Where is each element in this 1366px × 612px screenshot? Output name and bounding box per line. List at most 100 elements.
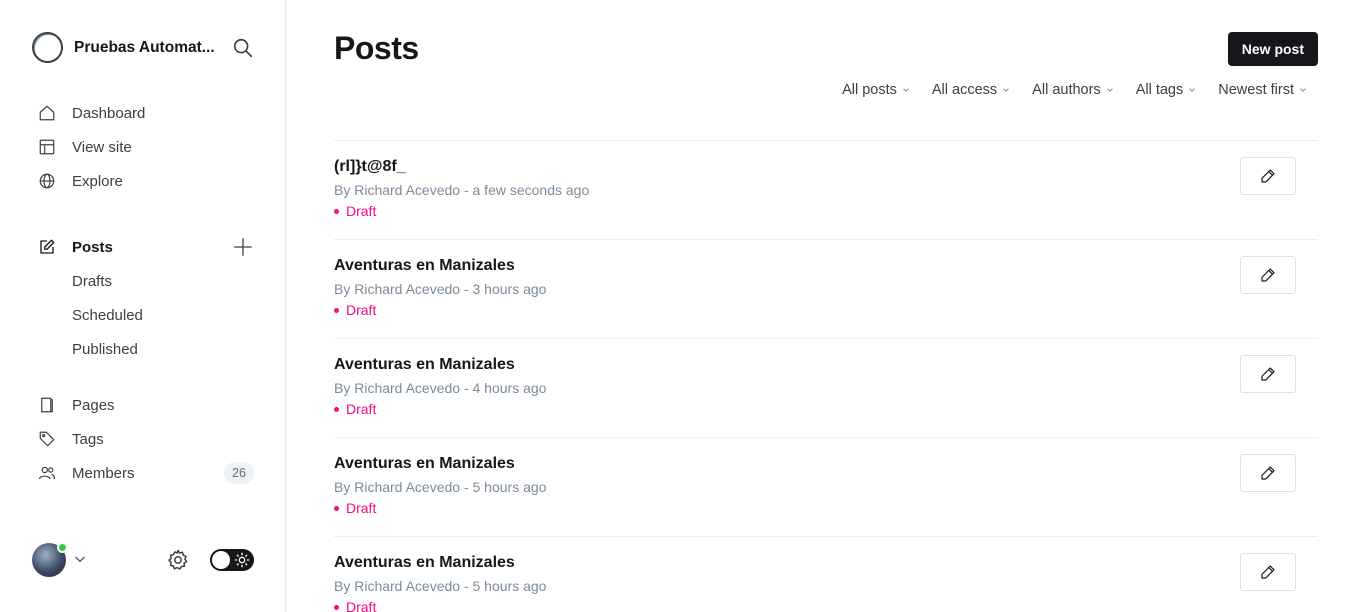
post-row[interactable]: Aventuras en Manizales By Richard Aceved…	[334, 437, 1318, 536]
edit-post-button[interactable]	[1240, 454, 1296, 492]
post-status: Draft	[334, 401, 376, 417]
post-status-label: Draft	[346, 500, 377, 516]
pencil-icon	[1261, 268, 1275, 282]
post-row[interactable]: Aventuras en Manizales By Richard Aceved…	[334, 536, 1318, 612]
post-status-label: Draft	[346, 302, 377, 318]
chevron-down-icon	[903, 88, 909, 92]
nav-drafts-label: Drafts	[72, 272, 113, 290]
filter-bar: All posts All access All authors All tag…	[820, 82, 1307, 98]
post-row[interactable]: (rl]}t@8f_ By Richard Acevedo - a few se…	[334, 140, 1318, 239]
secondary-nav: Pages Tags Members 26	[32, 388, 254, 490]
post-status-label: Draft	[346, 203, 377, 219]
chevron-down-icon	[1300, 88, 1306, 92]
main-content: Posts New post All posts All access All …	[334, 0, 1318, 612]
nav-dashboard[interactable]: Dashboard	[32, 96, 254, 130]
page-title: Posts	[334, 30, 419, 66]
pencil-icon	[1261, 169, 1275, 183]
members-count-badge: 26	[224, 462, 254, 484]
post-title[interactable]: (rl]}t@8f_	[334, 158, 406, 176]
edit-post-button[interactable]	[1240, 157, 1296, 195]
posts-list: (rl]}t@8f_ By Richard Acevedo - a few se…	[334, 140, 1318, 612]
nav-published[interactable]: Published	[32, 332, 254, 366]
members-icon	[37, 463, 57, 483]
post-status: Draft	[334, 302, 376, 318]
edit-post-button[interactable]	[1240, 553, 1296, 591]
filter-access[interactable]: All access	[932, 82, 1010, 98]
status-dot	[334, 505, 339, 511]
status-dot	[334, 604, 339, 610]
post-title[interactable]: Aventuras en Manizales	[334, 554, 515, 572]
nav-pages[interactable]: Pages	[32, 388, 254, 422]
filter-order[interactable]: Newest first	[1218, 82, 1307, 98]
nav-view-site-label: View site	[72, 138, 132, 156]
nav-members-label: Members	[72, 464, 135, 482]
filter-authors[interactable]: All authors	[1032, 82, 1114, 98]
filter-tags[interactable]: All tags	[1136, 82, 1197, 98]
sidebar-footer	[32, 542, 254, 577]
post-meta: By Richard Acevedo - 4 hours ago	[334, 380, 547, 396]
post-status-label: Draft	[346, 401, 377, 417]
edit-post-button[interactable]	[1240, 256, 1296, 294]
status-dot	[334, 208, 339, 214]
post-title[interactable]: Aventuras en Manizales	[334, 257, 515, 275]
nav-dashboard-label: Dashboard	[72, 104, 146, 122]
home-icon	[37, 103, 57, 123]
nav-members[interactable]: Members 26	[32, 456, 254, 490]
online-status-indicator	[57, 542, 68, 553]
site-logo-icon	[32, 32, 63, 63]
tag-icon	[37, 429, 57, 449]
chevron-down-icon[interactable]	[73, 552, 87, 566]
filter-authors-label: All authors	[1032, 82, 1101, 98]
page-icon	[37, 395, 57, 415]
filter-order-label: Newest first	[1218, 82, 1294, 98]
theme-toggle[interactable]	[210, 549, 254, 571]
chevron-down-icon	[1106, 88, 1113, 92]
nav-posts-label: Posts	[72, 238, 113, 256]
nav-tags-label: Tags	[72, 430, 104, 448]
status-dot	[334, 307, 339, 313]
add-post-icon[interactable]	[232, 236, 254, 258]
nav-explore[interactable]: Explore	[32, 164, 254, 198]
filter-access-label: All access	[931, 82, 998, 98]
sidebar: Pruebas Automat... Dashboard View site E…	[0, 0, 286, 612]
chevron-down-icon	[1189, 88, 1196, 92]
pencil-icon	[1261, 466, 1275, 480]
post-row[interactable]: Aventuras en Manizales By Richard Aceved…	[334, 239, 1318, 338]
pencil-icon	[1261, 367, 1275, 381]
site-brand[interactable]: Pruebas Automat...	[32, 32, 217, 63]
post-meta: By Richard Acevedo - a few seconds ago	[334, 182, 590, 198]
pencil-icon	[1261, 565, 1275, 579]
post-meta: By Richard Acevedo - 5 hours ago	[334, 479, 547, 495]
pencil-square-icon	[37, 237, 57, 257]
globe-icon	[37, 171, 57, 191]
filter-post-type[interactable]: All posts	[842, 82, 910, 98]
post-status: Draft	[334, 500, 376, 516]
nav-scheduled-label: Scheduled	[72, 306, 143, 324]
nav-published-label: Published	[72, 340, 138, 358]
post-status: Draft	[334, 203, 376, 219]
nav-pages-label: Pages	[72, 396, 115, 414]
sun-icon	[234, 552, 250, 568]
post-row[interactable]: Aventuras en Manizales By Richard Aceved…	[334, 338, 1318, 437]
filter-tags-label: All tags	[1135, 82, 1184, 98]
post-status: Draft	[334, 599, 376, 612]
new-post-button[interactable]: New post	[1227, 32, 1318, 66]
nav-tags[interactable]: Tags	[32, 422, 254, 456]
nav-drafts[interactable]: Drafts	[32, 264, 254, 298]
toggle-knob	[212, 551, 230, 569]
gear-icon[interactable]	[166, 548, 190, 572]
nav-view-site[interactable]: View site	[32, 130, 254, 164]
edit-post-button[interactable]	[1240, 355, 1296, 393]
nav-scheduled[interactable]: Scheduled	[32, 298, 254, 332]
post-status-label: Draft	[346, 599, 377, 612]
post-title[interactable]: Aventuras en Manizales	[334, 356, 515, 374]
status-dot	[334, 406, 339, 412]
primary-nav: Dashboard View site Explore	[32, 96, 254, 198]
search-icon[interactable]	[232, 37, 254, 59]
content-nav: Posts Drafts Scheduled Published	[32, 230, 254, 366]
post-title[interactable]: Aventuras en Manizales	[334, 455, 515, 473]
post-meta: By Richard Acevedo - 5 hours ago	[334, 578, 547, 594]
nav-explore-label: Explore	[72, 172, 123, 190]
nav-posts[interactable]: Posts	[32, 230, 254, 264]
layout-icon	[37, 137, 57, 157]
